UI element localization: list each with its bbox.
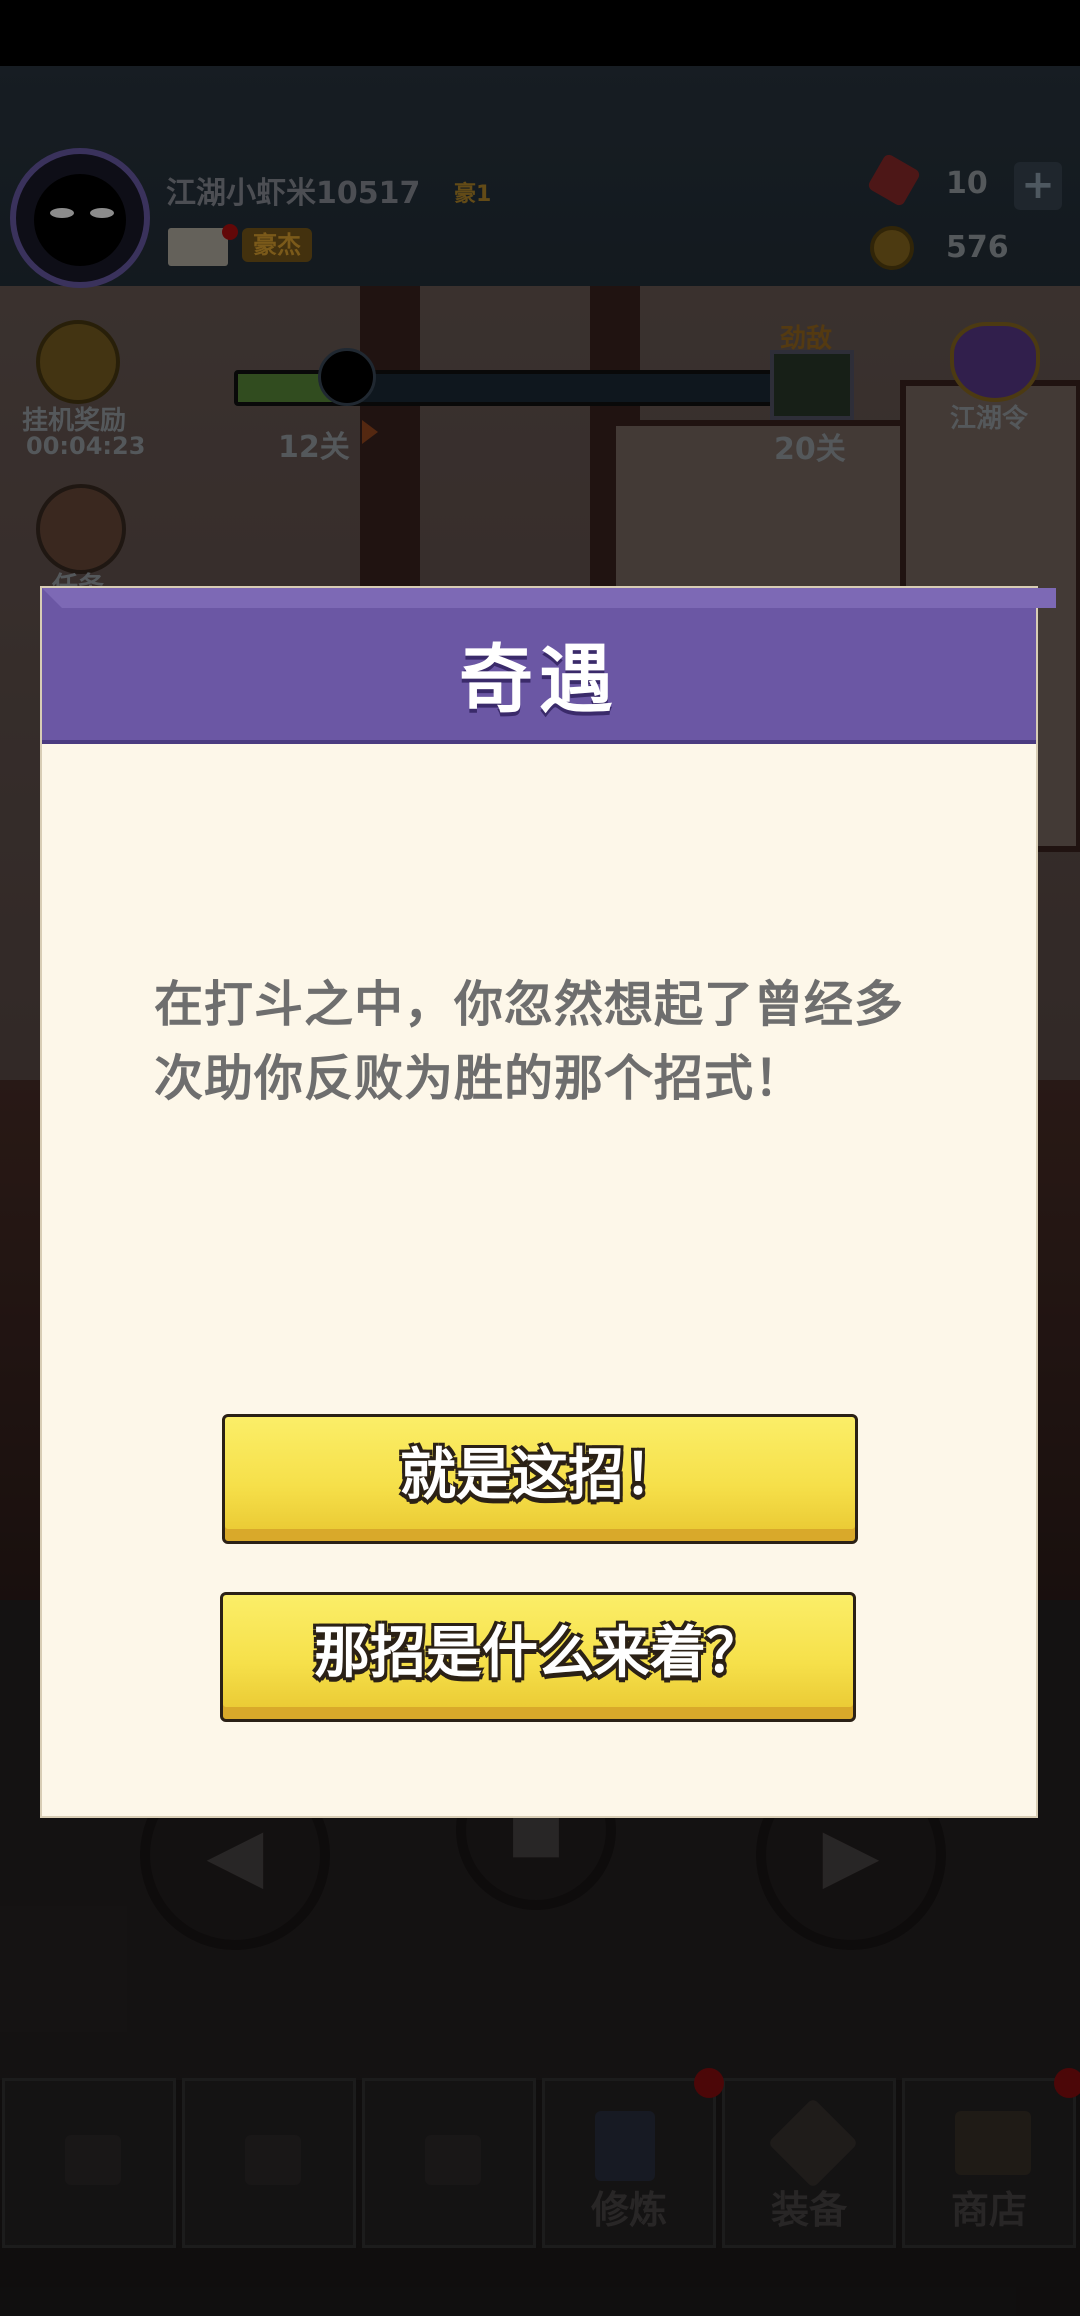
option-this-move-button[interactable]: 就是这招！	[222, 1414, 858, 1544]
header-bevel	[42, 588, 1056, 608]
dialog-title: 奇遇	[459, 637, 619, 723]
option-forgot-move-button[interactable]: 那招是什么来着？	[220, 1592, 856, 1722]
dialog-message: 在打斗之中，你忽然想起了曾经多次助你反败为胜的那个招式！	[154, 976, 905, 1107]
